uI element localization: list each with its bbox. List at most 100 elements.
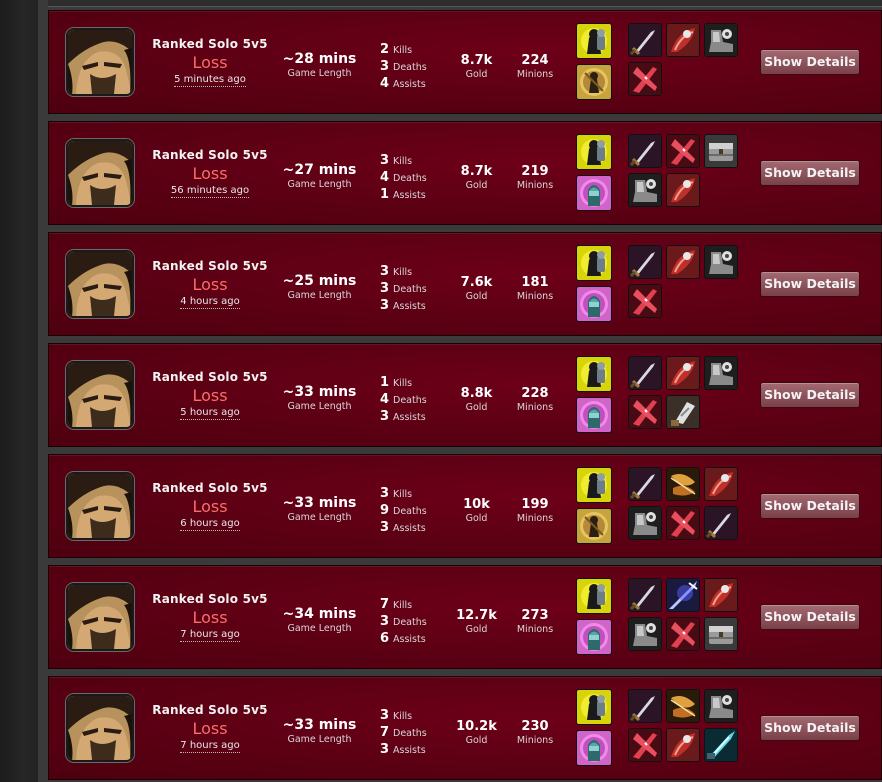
flash-icon[interactable]: [576, 245, 612, 281]
blade-icon[interactable]: [628, 728, 662, 762]
blade-icon[interactable]: [666, 617, 700, 651]
flash-icon[interactable]: [576, 689, 612, 725]
kda-stats: 3 Kills 9 Deaths 3 Assists: [367, 483, 457, 535]
queue-type: Ranked Solo 5v5: [152, 481, 268, 495]
time-ago[interactable]: 56 minutes ago: [145, 185, 275, 198]
sword-icon[interactable]: [628, 689, 662, 723]
ignite-icon[interactable]: [576, 286, 612, 322]
minions-label: Minions: [516, 69, 554, 80]
chest-icon[interactable]: [704, 617, 738, 651]
show-details-button[interactable]: Show Details: [760, 604, 860, 630]
boots-icon[interactable]: [628, 173, 662, 207]
kills-stat: 3 Kills: [379, 708, 413, 723]
game-length-value: ~33 mins: [282, 384, 357, 400]
sword-icon[interactable]: [704, 506, 738, 540]
champion-portrait-icon: [68, 141, 132, 205]
blade-icon[interactable]: [666, 506, 700, 540]
cleaver-icon[interactable]: [666, 728, 700, 762]
flash-icon[interactable]: [576, 23, 612, 59]
ignite-icon[interactable]: [576, 175, 612, 211]
boots-icon[interactable]: [704, 23, 738, 57]
blade-icon[interactable]: [628, 284, 662, 318]
minions-value: 224: [521, 53, 549, 68]
show-details-button[interactable]: Show Details: [760, 493, 860, 519]
ignite-icon[interactable]: [576, 619, 612, 655]
show-details-button[interactable]: Show Details: [760, 160, 860, 186]
ignite-icon[interactable]: [576, 397, 612, 433]
ignite-icon[interactable]: [576, 730, 612, 766]
bow-icon[interactable]: [666, 689, 700, 723]
flash-icon[interactable]: [576, 578, 612, 614]
blade-icon[interactable]: [666, 134, 700, 168]
sword-icon[interactable]: [628, 356, 662, 390]
sword-icon[interactable]: [628, 134, 662, 168]
cleaver-icon[interactable]: [666, 245, 700, 279]
time-ago[interactable]: 4 hours ago: [145, 296, 275, 309]
show-details-button[interactable]: Show Details: [760, 715, 860, 741]
cleaver-icon[interactable]: [666, 356, 700, 390]
cleaver-icon[interactable]: [704, 467, 738, 501]
minions-value: 230: [521, 719, 549, 734]
game-length-value: ~33 mins: [282, 495, 357, 511]
time-ago[interactable]: 5 minutes ago: [145, 74, 275, 87]
lance-icon[interactable]: [666, 578, 700, 612]
boots-icon[interactable]: [704, 356, 738, 390]
cleaver-icon[interactable]: [666, 23, 700, 57]
show-details-button[interactable]: Show Details: [760, 49, 860, 75]
match-row: Ranked Solo 5v5 Loss 7 hours ago ~34 min…: [48, 565, 882, 669]
deaths-stat: 4 Deaths: [379, 392, 427, 407]
deaths-stat: 9 Deaths: [379, 503, 427, 518]
kills-stat: 3 Kills: [379, 486, 413, 501]
boots-icon[interactable]: [628, 617, 662, 651]
boots-icon[interactable]: [704, 245, 738, 279]
minions-label: Minions: [516, 624, 554, 635]
boots-icon[interactable]: [628, 506, 662, 540]
sword-icon[interactable]: [628, 245, 662, 279]
assists-stat: 3 Assists: [379, 409, 426, 424]
gold-value: 8.8k: [460, 386, 493, 401]
game-length-value: ~33 mins: [282, 717, 357, 733]
kda-stats: 2 Kills 3 Deaths 4 Assists: [367, 39, 457, 91]
queue-type: Ranked Solo 5v5: [152, 37, 268, 51]
queue-type: Ranked Solo 5v5: [152, 148, 268, 162]
time-ago[interactable]: 6 hours ago: [145, 518, 275, 531]
chest-icon[interactable]: [704, 134, 738, 168]
assists-stat: 3 Assists: [379, 520, 426, 535]
exhaust-icon[interactable]: [576, 64, 612, 100]
minions-label: Minions: [516, 402, 554, 413]
gold-label: Gold: [465, 513, 488, 524]
flash-icon[interactable]: [576, 134, 612, 170]
match-result: Loss: [192, 164, 228, 183]
sword-icon[interactable]: [628, 467, 662, 501]
match-result: Loss: [192, 386, 228, 405]
match-row: Ranked Solo 5v5 Loss 56 minutes ago ~27 …: [48, 121, 882, 225]
gold-label: Gold: [465, 402, 488, 413]
champion-portrait: [66, 361, 134, 429]
blade-icon[interactable]: [628, 62, 662, 96]
assists-stat: 1 Assists: [379, 187, 426, 202]
time-ago[interactable]: 7 hours ago: [145, 629, 275, 642]
sword-icon[interactable]: [628, 23, 662, 57]
show-details-button[interactable]: Show Details: [760, 271, 860, 297]
minions-label: Minions: [516, 735, 554, 746]
boots-icon[interactable]: [704, 689, 738, 723]
exhaust-icon[interactable]: [576, 508, 612, 544]
cleaver-icon[interactable]: [704, 578, 738, 612]
flash-icon[interactable]: [576, 356, 612, 392]
crystal-blade-icon[interactable]: [704, 728, 738, 762]
match-result: Loss: [192, 53, 228, 72]
show-details-button[interactable]: Show Details: [760, 382, 860, 408]
gold-value: 7.6k: [460, 275, 493, 290]
time-ago[interactable]: 7 hours ago: [145, 740, 275, 753]
cleaver-icon[interactable]: [666, 173, 700, 207]
deaths-stat: 3 Deaths: [379, 59, 427, 74]
blade-icon[interactable]: [628, 395, 662, 429]
dagger-icon[interactable]: [666, 395, 700, 429]
flash-icon[interactable]: [576, 467, 612, 503]
game-length-value: ~34 mins: [282, 606, 357, 622]
champion-portrait-icon: [68, 252, 132, 316]
sword-icon[interactable]: [628, 578, 662, 612]
bow-icon[interactable]: [666, 467, 700, 501]
deaths-stat: 3 Deaths: [379, 281, 427, 296]
time-ago[interactable]: 5 hours ago: [145, 407, 275, 420]
